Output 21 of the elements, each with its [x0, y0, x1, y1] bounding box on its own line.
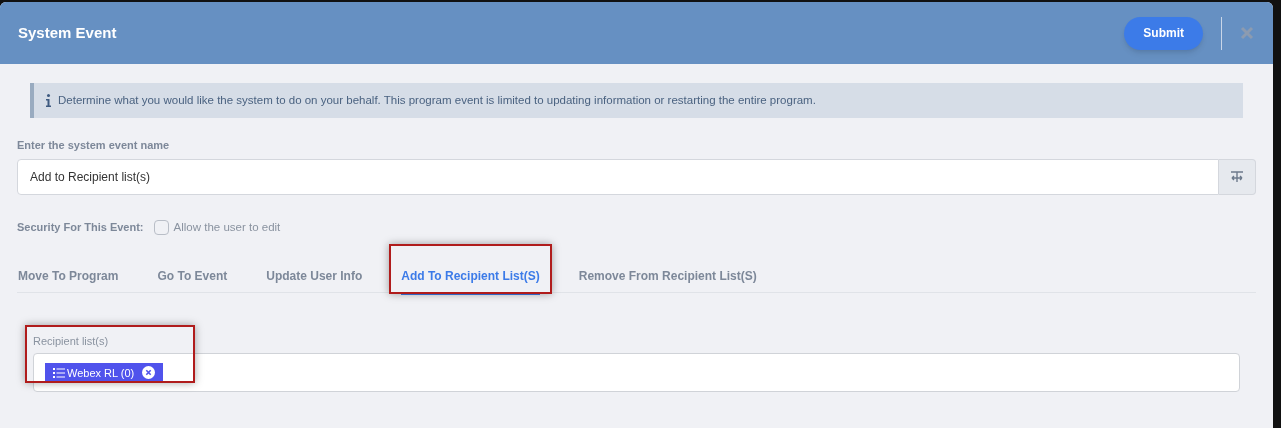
tab[interactable]: Go To Event	[157, 264, 228, 295]
tab[interactable]: Add To Recipient List(S)	[401, 264, 540, 295]
submit-button[interactable]: Submit	[1124, 16, 1203, 50]
tab[interactable]: Update User Info	[266, 264, 363, 295]
list-icon	[53, 367, 65, 378]
allow-edit-checkbox[interactable]	[153, 219, 169, 235]
tag-label: Webex RL (0)	[67, 365, 135, 381]
text-width-icon	[1230, 170, 1244, 183]
text-format-button[interactable]	[1219, 158, 1256, 195]
field-label: Enter the system event name	[17, 138, 171, 153]
checkbox-label: Allow the user to edit	[173, 219, 281, 235]
tab[interactable]: Remove From Recipient List(S)	[578, 264, 757, 295]
tab[interactable]: Move To Program	[18, 264, 119, 295]
field-label: Recipient list(s)	[33, 333, 110, 349]
info-text: Determine what you would like the system to do on your behalf. This program event is limited to updating information or restarting the entire program.	[58, 92, 816, 108]
event-name-field[interactable]: Add to Recipient list(s)	[17, 158, 1219, 195]
recipient-field[interactable]: Webex RL (0)	[33, 353, 1240, 393]
window-title: System Event	[18, 22, 118, 43]
info-icon	[46, 94, 51, 107]
remove-icon[interactable]	[142, 366, 156, 380]
security-label: Security For This Event:	[17, 219, 144, 235]
